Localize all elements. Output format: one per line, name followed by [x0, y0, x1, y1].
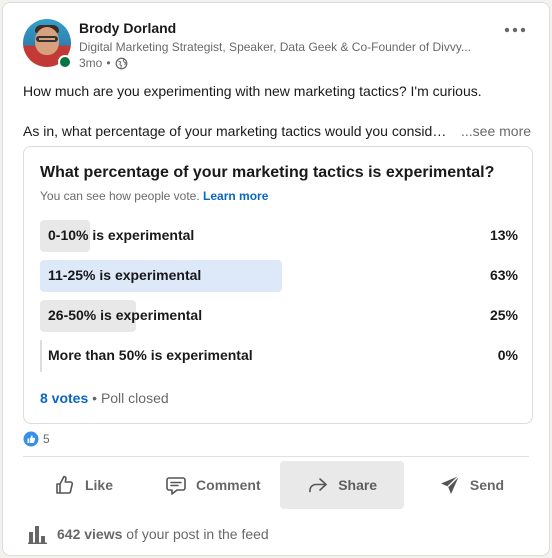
post-meta: 3mo •: [79, 56, 128, 70]
share-label: Share: [338, 477, 378, 493]
paper-plane-icon: [440, 475, 460, 494]
like-button[interactable]: Like: [21, 461, 145, 509]
poll-option-percent: 25%: [489, 307, 518, 323]
post-text-line: How much are you experimenting with new …: [23, 83, 482, 99]
like-label: Like: [84, 477, 113, 493]
poll-option-label: 26-50% is experimental: [48, 307, 203, 323]
poll-option: More than 50% is experimental 0%: [40, 340, 518, 372]
poll-status: Poll closed: [100, 390, 169, 406]
post-card: Brody Dorland Digital Marketing Strategi…: [2, 2, 550, 556]
reactions-summary[interactable]: 5: [23, 431, 50, 447]
see-more-link[interactable]: ...see more: [461, 121, 531, 141]
send-label: Send: [469, 477, 505, 493]
footer-separator: •: [92, 390, 101, 406]
post-text-line: As in, what percentage of your marketing…: [23, 123, 453, 139]
votes-link[interactable]: 8 votes: [40, 390, 88, 406]
globe-icon: [115, 57, 127, 69]
poll-option-label: 0-10% is experimental: [48, 227, 195, 243]
views-suffix: of your post in the feed: [126, 526, 269, 542]
post-header: Brody Dorland Digital Marketing Strategi…: [23, 17, 533, 71]
poll-option-percent: 13%: [489, 227, 518, 243]
like-reaction-icon: [23, 431, 39, 447]
more-horizontal-icon[interactable]: [503, 23, 527, 37]
author-avatar[interactable]: [23, 19, 72, 69]
post-analytics[interactable]: 642 views of your post in the feed: [27, 523, 269, 545]
poll: What percentage of your marketing tactic…: [23, 146, 533, 424]
poll-subtitle-text: You can see how people vote.: [40, 189, 200, 203]
poll-option-label: 11-25% is experimental: [48, 267, 202, 283]
poll-option-percent: 63%: [489, 267, 518, 283]
poll-option-bar: [40, 340, 42, 372]
share-arrow-icon: [309, 478, 327, 493]
comment-button[interactable]: Comment: [150, 461, 274, 509]
comment-label: Comment: [196, 477, 261, 493]
online-status-badge: [58, 55, 72, 69]
post-time: 3mo: [79, 56, 103, 70]
meta-separator: •: [106, 56, 111, 70]
share-button[interactable]: Share: [279, 461, 404, 509]
reaction-count: 5: [43, 432, 50, 446]
divider: [23, 456, 529, 457]
poll-subtitle: You can see how people vote. Learn more: [40, 189, 268, 203]
learn-more-link[interactable]: Learn more: [203, 189, 268, 203]
poll-option: 11-25% is experimental 63%: [40, 260, 518, 292]
thumbs-up-icon: [56, 475, 74, 494]
poll-option-percent: 0%: [497, 347, 518, 363]
author-headline: Digital Marketing Strategist, Speaker, D…: [79, 40, 471, 54]
poll-option-label: More than 50% is experimental: [48, 347, 253, 363]
views-count: 642 views: [57, 526, 123, 542]
author-name[interactable]: Brody Dorland: [79, 20, 176, 36]
social-actions-bar: Like Comment Share Send: [21, 461, 533, 511]
poll-option: 0-10% is experimental 13%: [40, 220, 518, 252]
poll-footer: 8 votes • Poll closed: [40, 390, 169, 406]
poll-question: What percentage of your marketing tactic…: [40, 164, 495, 181]
bar-chart-icon: [28, 526, 47, 544]
send-button[interactable]: Send: [409, 461, 533, 509]
poll-option: 26-50% is experimental 25%: [40, 300, 518, 332]
comment-bubble-icon: [166, 477, 186, 495]
